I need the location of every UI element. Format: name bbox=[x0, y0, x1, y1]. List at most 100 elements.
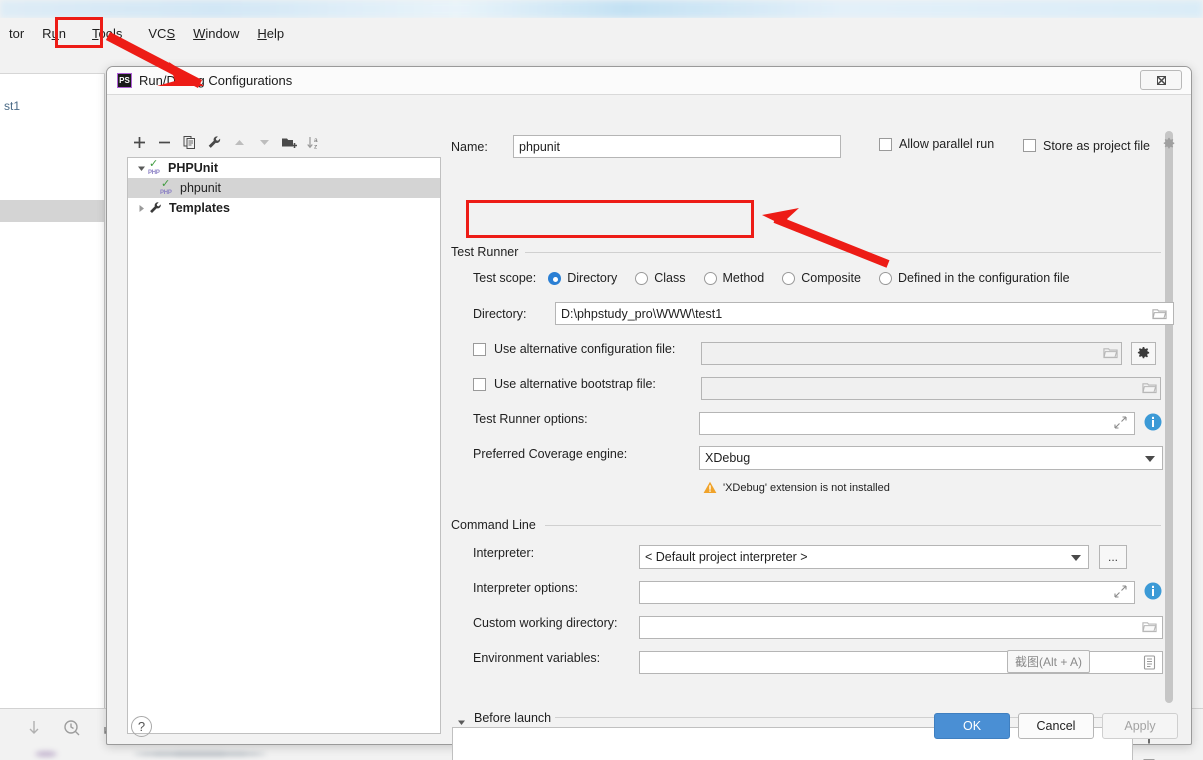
radio-method[interactable]: Method bbox=[703, 271, 765, 285]
edit-templates-wrench-icon[interactable] bbox=[202, 131, 227, 153]
radio-defined-in-configuration-file[interactable]: Defined in the configuration file bbox=[878, 271, 1070, 285]
radio-method-label: Method bbox=[722, 271, 765, 285]
gear-icon[interactable] bbox=[1162, 137, 1176, 154]
store-as-project-file-checkbox[interactable]: Store as project file bbox=[1023, 137, 1176, 154]
menu-bar-items: tor Run Tools VCS Window Help bbox=[0, 24, 293, 42]
coverage-engine-select[interactable]: XDebug bbox=[699, 446, 1163, 470]
browse-folder-icon[interactable] bbox=[1142, 620, 1157, 637]
close-icon[interactable] bbox=[1140, 70, 1182, 90]
allow-parallel-run-checkbox[interactable]: Allow parallel run bbox=[879, 137, 994, 151]
allow-parallel-run-box[interactable] bbox=[879, 137, 892, 151]
tree-item-phpunit-group[interactable]: ✓ PHP PHPUnit bbox=[128, 158, 440, 178]
tree-item-label: PHPUnit bbox=[168, 161, 218, 175]
alternative-configuration-file-input[interactable] bbox=[701, 342, 1122, 365]
menu-item-window[interactable]: Window bbox=[184, 24, 248, 43]
configurations-tree[interactable]: ✓ PHP PHPUnit ✓ PHP phpunit Templates bbox=[127, 157, 441, 734]
radio-directory-button[interactable] bbox=[548, 271, 562, 285]
use-alternative-configuration-file-label: Use alternative configuration file: bbox=[494, 342, 676, 356]
custom-working-directory-input[interactable] bbox=[639, 616, 1163, 639]
interpreter-browse-button[interactable]: ... bbox=[1099, 545, 1127, 569]
alternative-bootstrap-file-input[interactable] bbox=[701, 377, 1161, 400]
tree-item-phpunit[interactable]: ✓ PHP phpunit bbox=[128, 178, 440, 198]
menu-item-help[interactable]: Help bbox=[248, 24, 293, 43]
radio-defined-in-configuration-file-button[interactable] bbox=[878, 271, 892, 285]
radio-composite-button[interactable] bbox=[782, 271, 796, 285]
twisty-collapsed-icon[interactable] bbox=[134, 201, 148, 215]
menu-item-tools[interactable]: Tools bbox=[83, 24, 131, 43]
ide-project-selected-row[interactable] bbox=[0, 200, 104, 222]
radio-composite[interactable]: Composite bbox=[782, 271, 861, 285]
menu-run-post: n bbox=[58, 25, 67, 41]
name-row: Name: phpunit bbox=[451, 135, 841, 158]
browse-folder-icon[interactable] bbox=[1152, 307, 1167, 324]
radio-class-button[interactable] bbox=[635, 271, 649, 285]
download-icon[interactable] bbox=[24, 718, 44, 738]
tree-item-templates[interactable]: Templates bbox=[128, 198, 440, 218]
ide-status-bar-blurred-text bbox=[20, 748, 440, 760]
radio-method-button[interactable] bbox=[703, 271, 717, 285]
store-as-project-file-box[interactable] bbox=[1023, 139, 1036, 152]
coverage-engine-label: Preferred Coverage engine: bbox=[473, 447, 628, 461]
screen: tor Run Tools VCS Window Help st1 PS Run… bbox=[0, 0, 1203, 760]
history-search-icon[interactable] bbox=[62, 718, 82, 738]
interpreter-options-row: Interpreter options: bbox=[473, 581, 639, 595]
menu-item-editor[interactable]: tor bbox=[0, 24, 33, 43]
environment-variables-editor-icon[interactable] bbox=[1143, 655, 1156, 673]
use-alternative-configuration-file-checkbox[interactable] bbox=[473, 342, 486, 356]
tree-item-label: phpunit bbox=[180, 181, 222, 195]
run-debug-configurations-dialog: PS Run/Debug Configurations a z ✓ PHP PH… bbox=[106, 66, 1192, 760]
twisty-expanded-icon[interactable] bbox=[134, 161, 148, 175]
expand-editor-icon[interactable] bbox=[1114, 585, 1127, 601]
name-label: Name: bbox=[451, 139, 488, 154]
custom-working-directory-label: Custom working directory: bbox=[473, 616, 618, 630]
test-scope-row: Test scope: Directory Class Method Compo… bbox=[473, 271, 1070, 285]
screenshot-tooltip: 截图(Alt + A) bbox=[1007, 650, 1091, 673]
directory-input-value: D:\phpstudy_pro\WWW\test1 bbox=[561, 306, 723, 321]
radio-class[interactable]: Class bbox=[635, 271, 686, 285]
use-alternative-bootstrap-file-checkbox[interactable] bbox=[473, 377, 486, 391]
wrench-icon bbox=[148, 201, 165, 216]
interpreter-options-input[interactable] bbox=[639, 581, 1135, 604]
interpreter-row: Interpreter: bbox=[473, 546, 639, 560]
add-configuration-button[interactable] bbox=[127, 131, 152, 153]
sort-configurations-button[interactable]: az bbox=[302, 131, 327, 153]
menu-window-post: indow bbox=[205, 25, 240, 41]
menu-item-vcs[interactable]: VCS bbox=[139, 24, 184, 43]
use-alternative-bootstrap-file-row: Use alternative bootstrap file: bbox=[473, 377, 694, 391]
help-icon[interactable]: ? bbox=[131, 716, 152, 737]
environment-variables-row: Environment variables: bbox=[473, 651, 639, 665]
chevron-down-icon[interactable] bbox=[1145, 456, 1155, 462]
environment-variables-label: Environment variables: bbox=[473, 651, 601, 665]
remove-task-button[interactable] bbox=[1138, 749, 1160, 760]
expand-editor-icon[interactable] bbox=[1114, 416, 1127, 432]
name-input[interactable]: phpunit bbox=[513, 135, 841, 158]
chevron-down-icon[interactable] bbox=[1071, 555, 1081, 561]
test-runner-options-row: Test Runner options: bbox=[473, 412, 699, 426]
php-test-icon: ✓ PHP bbox=[148, 157, 160, 176]
info-icon[interactable] bbox=[1143, 581, 1163, 601]
browse-folder-icon[interactable] bbox=[1103, 346, 1118, 363]
browse-folder-icon[interactable] bbox=[1142, 381, 1157, 398]
coverage-engine-value: XDebug bbox=[705, 451, 751, 465]
configuration-file-settings-button[interactable] bbox=[1131, 342, 1156, 365]
menu-item-run[interactable]: Run bbox=[33, 24, 75, 43]
move-down-button[interactable] bbox=[252, 131, 277, 153]
copy-configuration-button[interactable] bbox=[177, 131, 202, 153]
interpreter-select[interactable]: < Default project interpreter > bbox=[639, 545, 1089, 569]
directory-input[interactable]: D:\phpstudy_pro\WWW\test1 bbox=[555, 302, 1174, 325]
info-icon[interactable] bbox=[1143, 412, 1163, 432]
cancel-button[interactable]: Cancel bbox=[1018, 713, 1094, 739]
new-folder-button[interactable] bbox=[277, 131, 302, 153]
test-runner-group-divider bbox=[525, 252, 1161, 253]
test-runner-options-label: Test Runner options: bbox=[473, 412, 588, 426]
dialog-title: Run/Debug Configurations bbox=[139, 73, 293, 88]
menu-run-pre: R bbox=[42, 25, 52, 41]
svg-text:z: z bbox=[314, 143, 317, 150]
apply-button[interactable]: Apply bbox=[1102, 713, 1178, 739]
tree-item-label: Templates bbox=[169, 201, 230, 215]
ok-button[interactable]: OK bbox=[934, 713, 1010, 739]
remove-configuration-button[interactable] bbox=[152, 131, 177, 153]
move-up-button[interactable] bbox=[227, 131, 252, 153]
test-runner-options-input[interactable] bbox=[699, 412, 1135, 435]
radio-directory[interactable]: Directory bbox=[548, 271, 617, 285]
